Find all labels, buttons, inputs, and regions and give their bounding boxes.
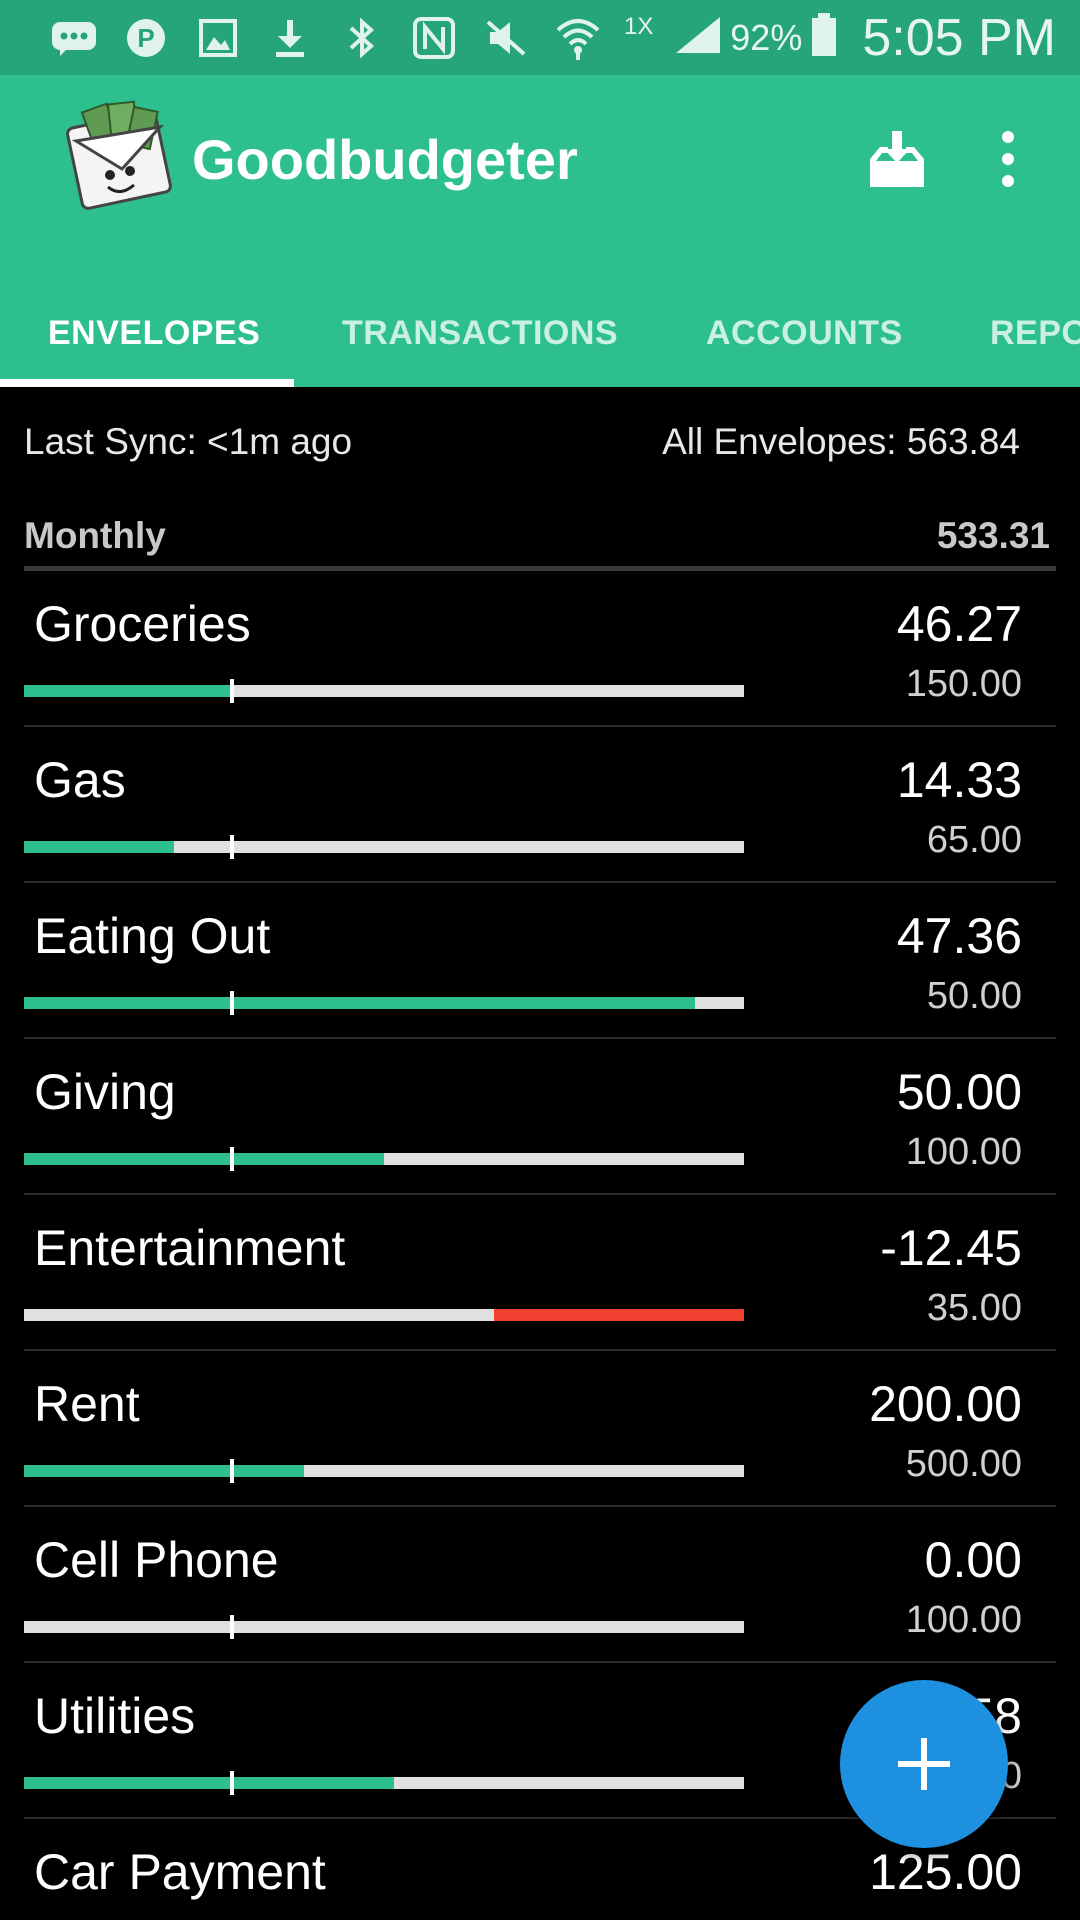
progress-marker <box>230 679 234 703</box>
all-envelopes-total: All Envelopes: 563.84 <box>662 421 1020 462</box>
download-icon <box>254 10 326 66</box>
envelope-row[interactable]: Cell Phone 0.00 100.00 <box>24 1507 1056 1663</box>
envelope-progress-bar <box>24 835 744 859</box>
progress-fill <box>24 1153 384 1165</box>
envelope-budget: 50.00 <box>926 975 1022 1017</box>
tab-envelopes[interactable]: ENVELOPES <box>48 280 260 387</box>
progress-fill <box>24 841 174 853</box>
battery-icon <box>810 13 838 62</box>
app-title: Goodbudgeter <box>192 128 578 191</box>
envelope-balance: 46.27 <box>896 596 1022 652</box>
app-logo-icon <box>60 97 178 215</box>
progress-fill <box>24 997 696 1009</box>
envelope-row[interactable]: Gas 14.33 65.00 <box>24 727 1056 883</box>
envelope-balance: 47.36 <box>896 908 1022 964</box>
envelope-budget: 500.00 <box>905 1443 1022 1485</box>
envelope-progress-bar <box>24 1309 744 1321</box>
envelope-budget: 150.00 <box>905 663 1022 705</box>
progress-marker <box>230 1771 234 1795</box>
group-total: 533.31 <box>936 515 1050 556</box>
progress-fill <box>24 1465 305 1477</box>
last-sync-text: Last Sync: <1m ago <box>24 421 353 462</box>
envelope-progress-bar <box>24 1459 744 1483</box>
progress-marker <box>230 1147 234 1171</box>
sync-download-button[interactable] <box>862 125 932 195</box>
plus-icon <box>898 1738 950 1790</box>
tab-bar: ENVELOPES TRANSACTIONS ACCOUNTS REPO <box>0 280 1080 387</box>
group-header-monthly[interactable]: Monthly 533.31 <box>24 499 1056 571</box>
envelope-progress-bar <box>24 991 744 1015</box>
network-type-label: 1X <box>624 12 654 40</box>
tab-transactions[interactable]: TRANSACTIONS <box>342 280 618 387</box>
envelope-name: Cell Phone <box>34 1532 279 1588</box>
envelope-name: Car Payment <box>34 1844 326 1900</box>
envelope-balance: 50.00 <box>896 1064 1022 1120</box>
envelope-progress-bar <box>24 679 744 703</box>
status-bar: P 1X 92% 5:05 PM <box>0 0 1080 75</box>
envelope-name: Rent <box>34 1376 140 1432</box>
notification-icons: P 1X <box>38 10 674 66</box>
envelope-budget: 35.00 <box>926 1287 1022 1329</box>
progress-fill <box>24 1777 395 1789</box>
envelope-name: Eating Out <box>34 908 271 964</box>
tab-reports[interactable]: REPO <box>990 280 1080 387</box>
nfc-icon <box>398 10 470 66</box>
message-icon <box>38 10 110 66</box>
envelope-progress-bar <box>24 1147 744 1171</box>
progress-marker <box>230 991 234 1015</box>
envelope-row[interactable]: Groceries 46.27 150.00 <box>24 571 1056 727</box>
envelope-name: Utilities <box>34 1688 196 1744</box>
svg-text:P: P <box>137 23 154 53</box>
add-button[interactable] <box>840 1680 1008 1848</box>
envelope-name: Entertainment <box>34 1220 346 1276</box>
more-vert-icon-dot <box>1002 153 1014 165</box>
overflow-menu-button[interactable] <box>990 123 1026 195</box>
summary-row: Last Sync: <1m ago All Envelopes: 563.84 <box>0 387 1080 499</box>
envelope-row[interactable]: Rent 200.00 500.00 <box>24 1351 1056 1507</box>
envelope-name: Gas <box>34 752 126 808</box>
inbox-download-icon <box>870 131 924 187</box>
wifi-icon <box>542 10 614 66</box>
pinterest-icon: P <box>110 10 182 66</box>
envelope-budget: 65.00 <box>926 819 1022 861</box>
envelope-balance: 125.00 <box>869 1844 1022 1900</box>
envelope-progress-bar <box>24 1771 744 1795</box>
more-vert-icon <box>1002 131 1014 143</box>
overspent-fill <box>494 1309 744 1321</box>
battery-percent: 92% <box>730 16 803 58</box>
clock: 5:05 PM <box>862 8 1056 67</box>
signal-icon <box>674 15 722 60</box>
envelope-name: Giving <box>34 1064 176 1120</box>
app-bar: Goodbudgeter ENVELOPES TRANSACTIONS ACCO… <box>0 75 1080 387</box>
envelope-balance: 0.00 <box>924 1532 1022 1588</box>
progress-marker <box>230 1459 234 1483</box>
progress-marker <box>230 1615 234 1639</box>
envelope-budget: 100.00 <box>905 1599 1022 1641</box>
more-vert-icon-dot <box>1002 175 1014 187</box>
bluetooth-icon <box>326 10 398 66</box>
envelope-row[interactable]: Eating Out 47.36 50.00 <box>24 883 1056 1039</box>
envelope-balance: 14.33 <box>896 752 1022 808</box>
group-name: Monthly <box>24 515 166 556</box>
mute-icon <box>470 10 542 66</box>
tab-accounts[interactable]: ACCOUNTS <box>706 280 903 387</box>
envelope-balance: -12.45 <box>880 1220 1022 1276</box>
gallery-icon <box>182 10 254 66</box>
envelope-budget: 100.00 <box>905 1131 1022 1173</box>
active-tab-indicator <box>0 379 294 387</box>
envelope-row[interactable]: Entertainment -12.45 35.00 <box>24 1195 1056 1351</box>
envelope-balance: 200.00 <box>869 1376 1022 1432</box>
progress-marker <box>230 835 234 859</box>
progress-fill <box>24 685 232 697</box>
envelope-name: Groceries <box>34 596 251 652</box>
envelope-progress-bar <box>24 1615 744 1639</box>
envelope-row[interactable]: Giving 50.00 100.00 <box>24 1039 1056 1195</box>
